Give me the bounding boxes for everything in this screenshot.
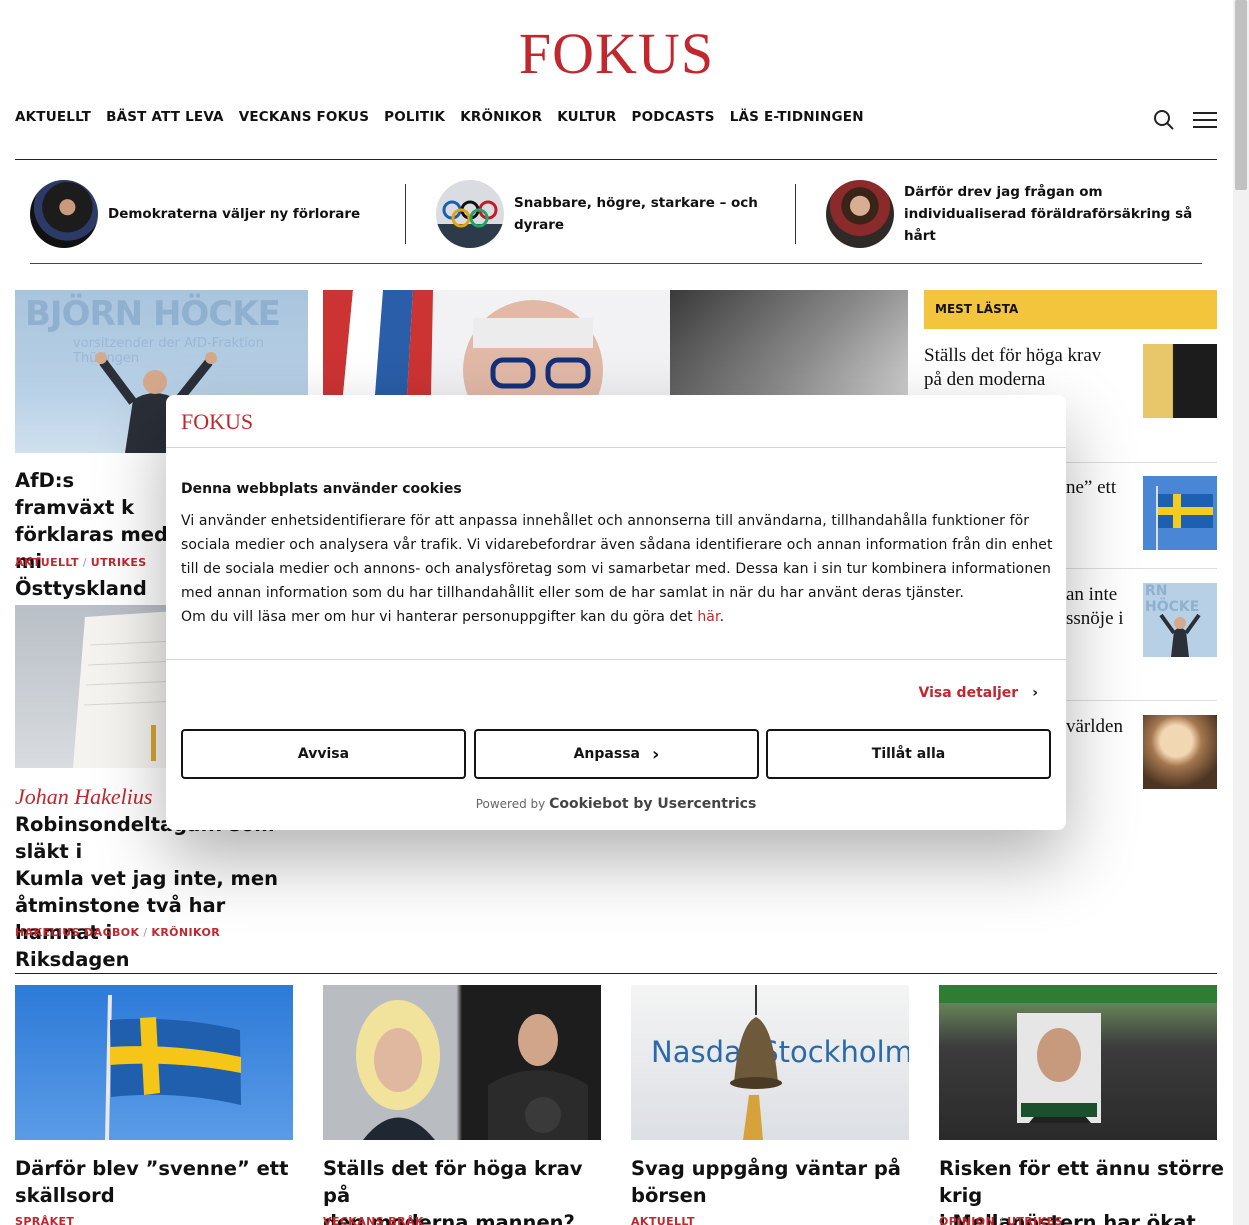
powered-brand-link[interactable]: Cookiebot by Usercentrics (549, 796, 756, 812)
mest-lasta-header: MEST LÄSTA (924, 290, 1217, 329)
bottom-article-tags[interactable]: AKTUELLT (631, 1215, 695, 1225)
teaser-image (826, 180, 894, 248)
bottom-article-tags[interactable]: SPRÅKET (15, 1215, 74, 1225)
hakelius-article-headline[interactable]: Robinsondeltaga... som släkt i Kumla vet… (15, 811, 315, 973)
nav-item-las-e-tidningen[interactable]: LÄS E-TIDNINGEN (730, 108, 864, 126)
header-divider (15, 159, 1217, 160)
bottom-article-headline[interactable]: Svag uppgång väntar på börsen (631, 1155, 921, 1209)
nav-item-aktuellt[interactable]: AKTUELLT (15, 108, 91, 126)
section-divider (15, 973, 1217, 974)
teaser-image (30, 180, 98, 248)
main-nav: AKTUELLT BÄST ATT LEVA VECKANS FOKUS POL… (15, 108, 879, 126)
teaser-title: Demokraterna väljer ny förlorare (108, 206, 361, 222)
teaser-strip: Demokraterna väljer ny förlorare Snabbar… (30, 180, 1202, 248)
policy-suffix: . (719, 609, 725, 625)
tag-link[interactable]: OPINION (939, 1215, 995, 1225)
menu-icon[interactable] (1193, 111, 1217, 129)
teaser-image (436, 180, 504, 248)
allow-all-button[interactable]: Tillåt alla (766, 729, 1051, 779)
teaser-title: Därför drev jag frågan om individualiser… (904, 184, 1193, 244)
bottom-article-tags[interactable]: VECKANS BRÅK (323, 1215, 424, 1225)
mest-lasta-item[interactable]: Ställs det för höga krav på den moderna (924, 344, 1124, 392)
powered-prefix: Powered by (475, 797, 550, 811)
teaser-divider (405, 184, 406, 244)
powered-by: Powered by Cookiebot by Usercentrics (166, 796, 1066, 812)
tag-link[interactable]: UTRIKES (1007, 1215, 1063, 1225)
allow-all-label: Tillåt alla (871, 746, 946, 762)
hakelius-article-tags: HAKELIUS DAGBOK / KRÖNIKOR (15, 926, 221, 939)
nav-item-bast-att-leva[interactable]: BÄST ATT LEVA (106, 108, 224, 126)
hakelius-byline[interactable]: Johan Hakelius (15, 784, 152, 810)
bottom-article-image[interactable] (15, 985, 293, 1140)
tag-link[interactable]: KRÖNIKOR (151, 926, 220, 939)
mest-lasta-thumb[interactable]: RN HÖCKE (1143, 583, 1217, 657)
mest-lasta-thumb[interactable] (1143, 476, 1217, 550)
policy-prefix: Om du vill läsa mer om hur vi hanterar p… (181, 609, 698, 625)
mest-lasta-label: MEST LÄSTA (935, 302, 1019, 316)
show-details-label: Visa detaljer (918, 685, 1019, 701)
show-details-link[interactable]: Visa detaljer › (919, 685, 1038, 701)
nav-item-kultur[interactable]: KULTUR (557, 108, 616, 126)
dialog-divider (166, 447, 1066, 448)
customize-button[interactable]: Anpassa › (474, 729, 759, 779)
customize-label: Anpassa (573, 746, 640, 762)
teaser-title: Snabbare, högre, starkare – och dyrare (514, 195, 758, 233)
dialog-body: Vi använder enhetsidentifierare för att … (181, 509, 1061, 629)
dialog-policy-line: Om du vill läsa mer om hur vi hanterar p… (181, 605, 1061, 629)
teaser-item[interactable]: Därför drev jag frågan om individualiser… (826, 180, 1202, 248)
nav-item-veckans-fokus[interactable]: VECKANS FOKUS (239, 108, 369, 126)
teaser-divider (795, 184, 796, 244)
bottom-article-image[interactable]: Nasda Stockholm (631, 985, 909, 1140)
mest-lasta-item[interactable]: världen (1066, 715, 1126, 739)
policy-link[interactable]: här (697, 609, 719, 625)
nav-item-podcasts[interactable]: PODCASTS (632, 108, 715, 126)
nav-item-politik[interactable]: POLITIK (384, 108, 445, 126)
mest-lasta-item[interactable]: an inte ssnöje i (1066, 583, 1126, 631)
nav-item-kronikor[interactable]: KRÖNIKOR (460, 108, 542, 126)
tag-link[interactable]: UTRIKES (91, 556, 147, 569)
bottom-article-tags: OPINION / UTRIKES (939, 1215, 1063, 1225)
tag-link[interactable]: AKTUELLT (15, 556, 79, 569)
search-icon[interactable] (1153, 109, 1175, 131)
chevron-right-icon: › (1032, 685, 1038, 701)
mest-lasta-thumb[interactable] (1143, 344, 1217, 418)
teaser-item[interactable]: Demokraterna väljer ny förlorare (30, 180, 400, 248)
mest-lasta-thumb[interactable] (1143, 715, 1217, 789)
reject-button[interactable]: Avvisa (181, 729, 466, 779)
afd-article-headline[interactable]: AfD:s framväxt k förklaras med mi Östtys… (15, 467, 175, 602)
bottom-article-image[interactable] (939, 985, 1217, 1140)
bottom-article-headline[interactable]: Därför blev ”svenne” ett skällsord (15, 1155, 305, 1209)
hero-image-left[interactable] (323, 290, 670, 395)
chevron-right-icon: › (651, 743, 660, 765)
cookie-consent-dialog: FOKUS Denna webbplats använder cookies V… (166, 395, 1066, 830)
hero-image-right[interactable] (670, 290, 908, 395)
dialog-logo: FOKUS (181, 409, 254, 434)
mest-lasta-item[interactable]: ne” ett (1066, 476, 1126, 500)
dialog-body-text: Vi använder enhetsidentifierare för att … (181, 513, 1053, 601)
site-logo[interactable]: FOKUS (0, 25, 1233, 83)
tag-link[interactable]: HAKELIUS DAGBOK (15, 926, 139, 939)
scrollbar-thumb[interactable] (1235, 0, 1247, 190)
dialog-divider (166, 659, 1066, 660)
bottom-article-image[interactable] (323, 985, 601, 1140)
teaser-item[interactable]: Snabbare, högre, starkare – och dyrare (436, 180, 786, 248)
reject-label: Avvisa (297, 746, 350, 762)
dialog-title: Denna webbplats använder cookies (181, 481, 462, 497)
afd-article-tags: AKTUELLT / UTRIKES (15, 556, 147, 569)
teaser-divider-bottom (30, 263, 1202, 264)
thumb-caption: RN HÖCKE (1145, 583, 1200, 615)
